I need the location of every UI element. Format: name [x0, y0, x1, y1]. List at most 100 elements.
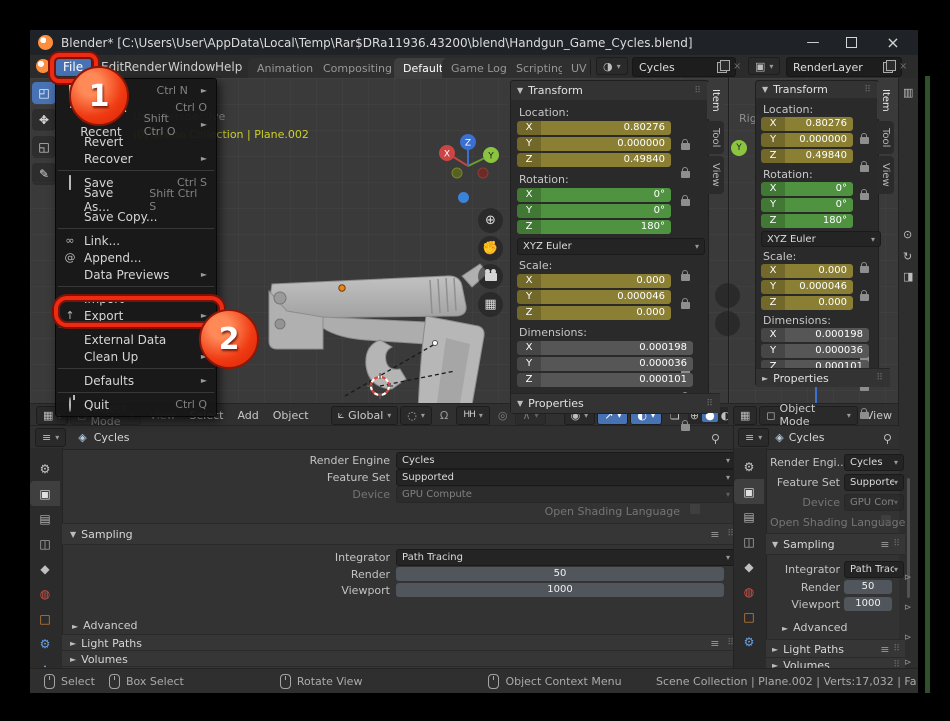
lock-icon[interactable]: [860, 266, 869, 273]
light-paths-panel-header[interactable]: ►Light Paths ≡ ⠿: [766, 639, 905, 659]
lock-icon[interactable]: [860, 137, 869, 144]
rotation-z-field[interactable]: Z180°: [761, 214, 853, 228]
lock-icon[interactable]: [681, 302, 690, 309]
scene-browse-button[interactable]: ◑▾: [596, 57, 628, 75]
location-y-field[interactable]: Y0.000000: [761, 133, 853, 147]
rotation-x-field[interactable]: X0°: [761, 182, 853, 196]
tab-tool-icon[interactable]: ⚙: [30, 456, 60, 481]
add-menu[interactable]: Add: [231, 406, 264, 424]
tab-view-layer-icon[interactable]: ◫: [30, 531, 60, 556]
menu-item-external-data[interactable]: External Data►: [56, 331, 216, 348]
new-scene-icon[interactable]: [717, 62, 727, 73]
keyframe-icon[interactable]: ⊳: [904, 658, 912, 668]
menu-item-save-as[interactable]: Save As...Shift Ctrl S: [56, 191, 216, 208]
new-view-layer-icon[interactable]: [883, 62, 893, 73]
render-engine-dropdown[interactable]: Cycles▾: [396, 452, 736, 469]
view-layer-browse-button[interactable]: ▣▾: [748, 57, 780, 75]
preset-list-icon[interactable]: ≡: [710, 528, 719, 541]
object-menu[interactable]: Object: [267, 406, 315, 424]
snap-dropdown[interactable]: HH▾: [456, 406, 490, 425]
workspace-tab-compositing[interactable]: Compositing: [314, 58, 401, 78]
lock-icon[interactable]: [681, 274, 690, 281]
snap-magnet-icon[interactable]: Ω: [434, 406, 454, 424]
render-samples-slider[interactable]: 50: [844, 580, 892, 594]
ortho-toggle-button[interactable]: ▦: [478, 292, 503, 317]
preset-list-icon[interactable]: ≡: [880, 538, 889, 551]
tab-world-icon[interactable]: ◍: [30, 581, 60, 606]
move-tool-button[interactable]: ✥✛: [32, 109, 56, 131]
menu-help[interactable]: Help: [207, 57, 250, 76]
tab-tool-icon[interactable]: ⚙: [734, 454, 764, 479]
zoom-button[interactable]: ⊕: [478, 208, 503, 233]
lock-icon[interactable]: [860, 193, 869, 200]
editor-type-button[interactable]: ≡▾: [738, 428, 769, 447]
lock-icon[interactable]: [860, 412, 869, 419]
axis-gizmo[interactable]: X Y Z: [435, 133, 505, 191]
integrator-dropdown[interactable]: Path Tracing▾: [396, 549, 736, 566]
tab-modifier-icon[interactable]: ⚙: [734, 629, 764, 654]
feature-set-dropdown[interactable]: Supported▾: [396, 469, 736, 486]
rotation-mode-dropdown[interactable]: XYZ Euler▾: [761, 231, 881, 247]
menu-item-defaults[interactable]: Defaults►: [56, 372, 216, 389]
preset-list-icon[interactable]: ≡: [880, 643, 889, 656]
device-dropdown[interactable]: GPU Compute▾: [396, 486, 736, 503]
maximize-button[interactable]: [834, 30, 868, 55]
tab-object-icon[interactable]: □: [30, 606, 60, 631]
menu-item-link[interactable]: ∞Link...: [56, 232, 216, 249]
rotation-x-field[interactable]: X0°: [517, 188, 671, 202]
editor-type-button[interactable]: ▦: [733, 406, 757, 425]
menu-item-clean-up[interactable]: Clean Up►: [56, 348, 216, 365]
advanced-panel-header[interactable]: ►Advanced: [782, 621, 848, 634]
tab-item[interactable]: Item: [707, 82, 724, 119]
rotation-y-field[interactable]: Y0°: [761, 198, 853, 212]
camera-restrict-icon[interactable]: ◨: [903, 270, 913, 283]
rotate-icon[interactable]: ↻: [903, 250, 912, 263]
osl-checkbox[interactable]: [690, 504, 700, 514]
drag-dots-icon[interactable]: ⠿: [864, 85, 872, 95]
dim-x-field[interactable]: X0.000198: [761, 328, 869, 342]
mode-dropdown[interactable]: ◻Object Mode▾: [759, 406, 857, 425]
close-button[interactable]: ×: [876, 30, 910, 55]
tab-tool[interactable]: Tool: [877, 121, 894, 154]
sampling-panel-header[interactable]: ▼Sampling ≡ ⠿: [62, 523, 741, 545]
tab-world-icon[interactable]: ◍: [734, 579, 764, 604]
location-y-field[interactable]: Y0.000000: [517, 137, 671, 151]
device-dropdown[interactable]: GPU Com..▾: [844, 494, 904, 511]
tab-render-icon[interactable]: ▣: [734, 479, 764, 504]
lock-icon[interactable]: [681, 143, 690, 150]
scale-z-field[interactable]: Z0.000: [761, 296, 853, 310]
pivot-dropdown[interactable]: ◌▾: [400, 406, 432, 425]
tab-tool[interactable]: Tool: [707, 121, 724, 154]
lock-icon[interactable]: [681, 424, 690, 431]
workspace-tab-animation[interactable]: Animation: [248, 58, 322, 78]
lock-icon[interactable]: [860, 165, 869, 172]
integrator-dropdown[interactable]: Path Traci..▾: [844, 561, 904, 578]
location-z-field[interactable]: Z0.49840: [761, 149, 853, 163]
scene-name-field[interactable]: Cycles: [632, 57, 736, 77]
tab-output-icon[interactable]: ▤: [734, 504, 764, 529]
menu-item-data-previews[interactable]: Data Previews►: [56, 266, 216, 283]
dim-y-field[interactable]: Y0.000036: [517, 357, 693, 371]
location-z-field[interactable]: Z0.49840: [517, 153, 671, 167]
tab-view-layer-icon[interactable]: ◫: [734, 529, 764, 554]
unlink-scene-icon[interactable]: ×: [733, 61, 741, 72]
sampling-panel-header[interactable]: ▼Sampling ≡ ⠿: [766, 533, 905, 555]
location-x-field[interactable]: X0.80276: [761, 117, 853, 131]
orientation-dropdown[interactable]: ⟀Global▾: [331, 406, 399, 425]
preset-list-icon[interactable]: ≡: [710, 637, 719, 650]
scale-z-field[interactable]: Z0.000: [517, 306, 671, 320]
osl-checkbox[interactable]: [881, 515, 891, 525]
keyframe-icon[interactable]: ⊳: [904, 603, 912, 613]
keyframe-icon[interactable]: ⊳: [904, 573, 912, 583]
viewport-samples-slider[interactable]: 1000: [396, 583, 724, 597]
location-x-field[interactable]: X0.80276: [517, 121, 671, 135]
properties-panel-header[interactable]: ▼ Properties ⠿: [511, 393, 720, 413]
tab-object-icon[interactable]: □: [734, 604, 764, 629]
scale-y-field[interactable]: Y0.000046: [761, 280, 853, 294]
scale-y-field[interactable]: Y0.000046: [517, 290, 671, 304]
eye-icon[interactable]: ⊙: [903, 228, 912, 241]
menu-item-recover[interactable]: Recover►: [56, 150, 216, 167]
annotate-tool-button[interactable]: ✎: [32, 163, 56, 185]
editor-type-button[interactable]: ≡▾: [35, 428, 66, 447]
transform-panel-header[interactable]: ▼ Transform ⠿: [511, 81, 708, 100]
